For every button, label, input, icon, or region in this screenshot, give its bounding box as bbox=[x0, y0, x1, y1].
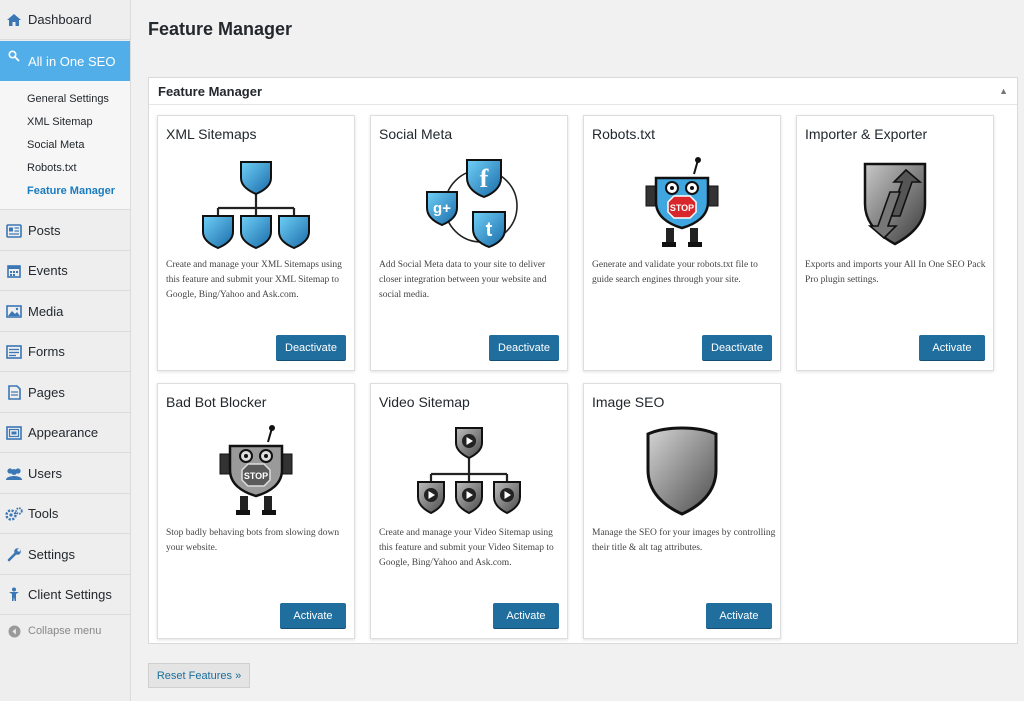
collapse-toggle-icon[interactable]: ▲ bbox=[999, 86, 1008, 96]
feature-manager-panel: Feature Manager ▲ XML Sitemaps Create an… bbox=[148, 77, 1018, 644]
sidebar-item-events[interactable]: Events bbox=[0, 251, 130, 291]
sidebar-item-label: Users bbox=[28, 466, 62, 481]
feature-card-social-meta: Social Meta f g+ t Add Social Meta data … bbox=[370, 115, 568, 371]
feature-card-video-sitemap: Video Sitemap Create and manage your Vid… bbox=[370, 383, 568, 639]
submenu-social-meta[interactable]: Social Meta bbox=[0, 136, 130, 159]
sidebar-item-dashboard[interactable]: Dashboard bbox=[0, 0, 130, 40]
svg-text:STOP: STOP bbox=[670, 203, 694, 213]
gray-robot-stop-icon: STOP bbox=[158, 422, 354, 522]
search-icon bbox=[0, 50, 28, 62]
wrench-icon bbox=[0, 547, 28, 562]
feature-card-xml-sitemaps: XML Sitemaps Create and manage your XML … bbox=[157, 115, 355, 371]
collapse-arrow-icon bbox=[0, 625, 28, 638]
pages-icon bbox=[0, 385, 28, 400]
admin-sidebar: Dashboard All in One SEO General Setting… bbox=[0, 0, 131, 701]
dashboard-icon bbox=[0, 13, 28, 27]
svg-text:f: f bbox=[480, 164, 489, 193]
sidebar-item-tools[interactable]: Tools bbox=[0, 494, 130, 534]
sidebar-item-client-settings[interactable]: Client Settings bbox=[0, 575, 130, 615]
card-title: Robots.txt bbox=[592, 126, 656, 142]
svg-text:t: t bbox=[486, 219, 493, 241]
posts-icon bbox=[0, 223, 28, 238]
sidebar-item-label: Appearance bbox=[28, 425, 99, 440]
card-description: Exports and imports your All In One SEO … bbox=[805, 260, 986, 285]
sidebar-item-forms[interactable]: Forms bbox=[0, 332, 130, 372]
sidebar-item-media[interactable]: Media bbox=[0, 292, 130, 332]
card-title: Video Sitemap bbox=[379, 394, 470, 410]
sidebar-item-label: Events bbox=[28, 263, 68, 278]
deactivate-button[interactable]: Deactivate bbox=[702, 335, 772, 360]
appearance-icon bbox=[0, 425, 28, 440]
blue-sitemap-icon bbox=[158, 154, 354, 254]
panel-header: Feature Manager ▲ bbox=[149, 78, 1017, 105]
activate-button[interactable]: Activate bbox=[919, 335, 985, 360]
feature-card-bad-bot-blocker: Bad Bot Blocker STOP Stop badly behaving… bbox=[157, 383, 355, 639]
collapse-menu-label: Collapse menu bbox=[28, 625, 102, 637]
collapse-menu-button[interactable]: Collapse menu bbox=[0, 616, 130, 646]
page-title: Feature Manager bbox=[148, 19, 293, 39]
card-description: Manage the SEO for your images by contro… bbox=[592, 528, 776, 553]
sidebar-item-pages[interactable]: Pages bbox=[0, 373, 130, 413]
sidebar-item-label: Client Settings bbox=[28, 587, 112, 602]
card-description: Generate and validate your robots.txt fi… bbox=[592, 260, 758, 285]
calendar-icon bbox=[0, 264, 28, 278]
activate-button[interactable]: Activate bbox=[280, 603, 346, 628]
tools-icon bbox=[0, 506, 28, 521]
card-title: Importer & Exporter bbox=[805, 126, 928, 142]
panel-title: Feature Manager bbox=[158, 83, 263, 99]
card-description: Create and manage your Video Sitemap usi… bbox=[379, 528, 554, 568]
sidebar-item-label: All in One SEO bbox=[28, 53, 116, 69]
submenu-feature-manager[interactable]: Feature Manager bbox=[0, 182, 130, 205]
feature-card-robots-txt: Robots.txt STOP Generate and validate yo… bbox=[583, 115, 781, 371]
sidebar-item-label: Dashboard bbox=[28, 12, 92, 27]
feature-card-image-seo: Image SEO Manage the SEO for your images… bbox=[583, 383, 781, 639]
social-shields-icon: f g+ t bbox=[371, 154, 567, 254]
sidebar-item-all-in-one-seo[interactable]: All in One SEO bbox=[0, 41, 130, 81]
sidebar-item-label: Media bbox=[28, 304, 64, 319]
feature-card-importer-exporter: Importer & Exporter Exports and imports … bbox=[796, 115, 994, 371]
media-icon bbox=[0, 305, 28, 318]
submenu-xml-sitemap[interactable]: XML Sitemap bbox=[0, 113, 130, 136]
deactivate-button[interactable]: Deactivate bbox=[276, 335, 346, 360]
sidebar-item-label: Forms bbox=[28, 344, 65, 359]
svg-text:g+: g+ bbox=[433, 200, 451, 217]
sidebar-item-users[interactable]: Users bbox=[0, 454, 130, 494]
users-icon bbox=[0, 467, 28, 481]
card-description: Create and manage your XML Sitemaps usin… bbox=[166, 260, 342, 300]
forms-icon bbox=[0, 344, 28, 359]
submenu-general-settings[interactable]: General Settings bbox=[0, 90, 130, 113]
sidebar-item-label: Tools bbox=[28, 506, 59, 521]
sidebar-item-label: Posts bbox=[28, 223, 61, 238]
video-sitemap-icon bbox=[371, 422, 567, 522]
seo-submenu: General Settings XML Sitemap Social Meta… bbox=[0, 81, 130, 210]
sidebar-item-settings[interactable]: Settings bbox=[0, 535, 130, 575]
card-title: XML Sitemaps bbox=[166, 126, 257, 142]
sidebar-item-appearance[interactable]: Appearance bbox=[0, 413, 130, 453]
card-description: Stop badly behaving bots from slowing do… bbox=[166, 528, 340, 553]
activate-button[interactable]: Activate bbox=[493, 603, 559, 628]
sidebar-item-label: Settings bbox=[28, 547, 75, 562]
svg-text:STOP: STOP bbox=[244, 471, 268, 481]
sidebar-item-posts[interactable]: Posts bbox=[0, 211, 130, 251]
gray-shield-icon bbox=[584, 422, 780, 522]
card-title: Social Meta bbox=[379, 126, 453, 142]
sidebar-item-label: Pages bbox=[28, 385, 65, 400]
activate-button[interactable]: Activate bbox=[706, 603, 772, 628]
person-icon bbox=[0, 587, 28, 602]
robot-stop-icon: STOP bbox=[584, 154, 780, 254]
card-title: Bad Bot Blocker bbox=[166, 394, 267, 410]
card-title: Image SEO bbox=[592, 394, 665, 410]
import-export-shield-icon bbox=[797, 154, 993, 254]
reset-features-button[interactable]: Reset Features » bbox=[148, 663, 250, 688]
card-description: Add Social Meta data to your site to del… bbox=[379, 260, 547, 300]
submenu-robots-txt[interactable]: Robots.txt bbox=[0, 159, 130, 182]
deactivate-button[interactable]: Deactivate bbox=[489, 335, 559, 360]
